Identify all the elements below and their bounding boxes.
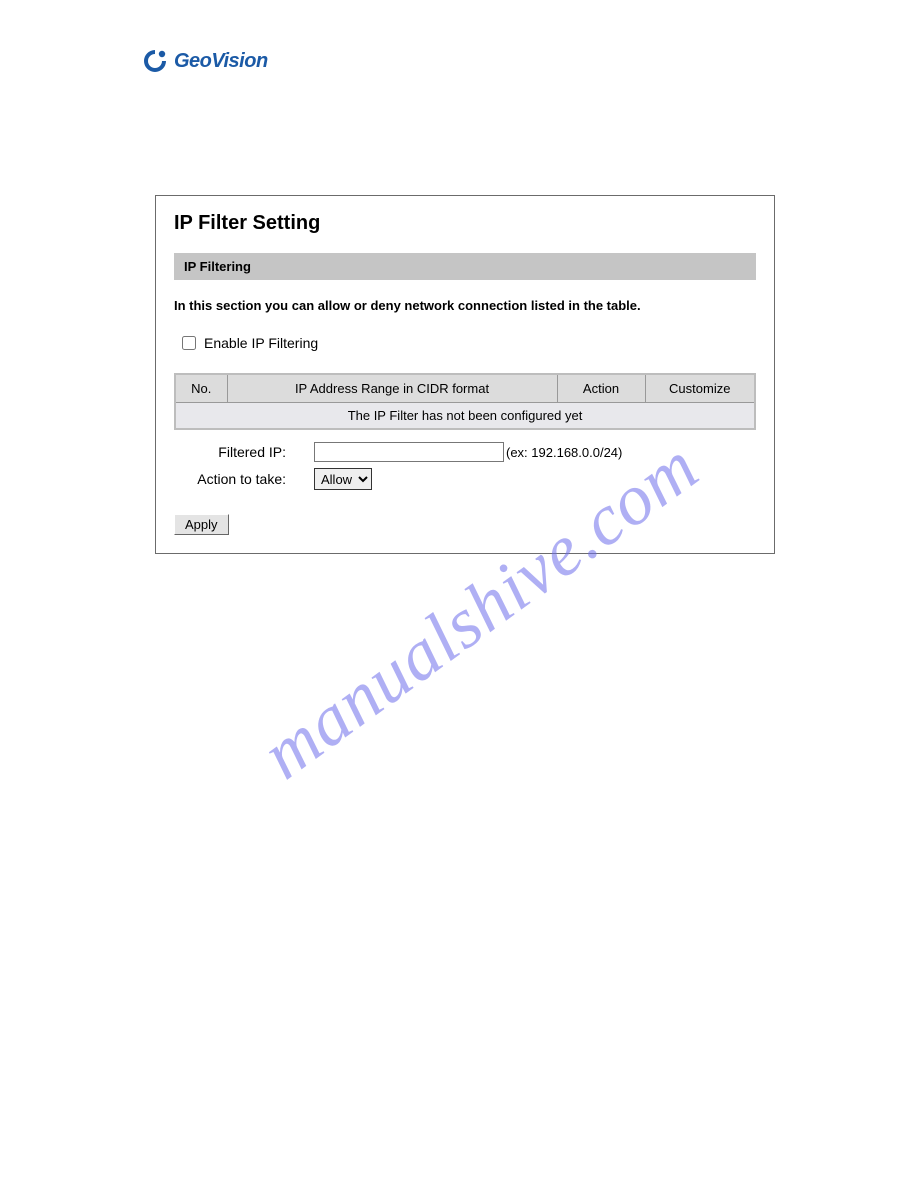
enable-ip-filtering-row[interactable]: Enable IP Filtering: [182, 335, 756, 351]
table-empty-message: The IP Filter has not been configured ye…: [175, 403, 755, 430]
action-select[interactable]: Allow: [314, 468, 372, 490]
filter-form: Filtered IP: (ex: 192.168.0.0/24) Action…: [174, 442, 756, 490]
action-row: Action to take: Allow: [174, 468, 756, 490]
col-header-no: No.: [175, 374, 227, 403]
brand-logo: GeoGeoVisionVision: [142, 48, 268, 74]
enable-ip-filtering-label: Enable IP Filtering: [204, 335, 318, 351]
col-header-action: Action: [557, 374, 645, 403]
enable-ip-filtering-checkbox[interactable]: [182, 336, 196, 350]
page-title: IP Filter Setting: [174, 212, 756, 235]
ip-filter-table: No. IP Address Range in CIDR format Acti…: [174, 373, 756, 430]
ip-filter-panel: IP Filter Setting IP Filtering In this s…: [155, 195, 775, 554]
table-header-row: No. IP Address Range in CIDR format Acti…: [175, 374, 755, 403]
col-header-range: IP Address Range in CIDR format: [227, 374, 557, 403]
section-header: IP Filtering: [174, 253, 756, 280]
table-row: The IP Filter has not been configured ye…: [175, 403, 755, 430]
action-label: Action to take:: [174, 471, 314, 487]
filtered-ip-row: Filtered IP: (ex: 192.168.0.0/24): [174, 442, 756, 462]
section-description: In this section you can allow or deny ne…: [174, 298, 756, 313]
brand-logo-text: GeoGeoVisionVision: [174, 50, 268, 73]
brand-logo-icon: [142, 48, 168, 74]
filtered-ip-input[interactable]: [314, 442, 504, 462]
apply-button[interactable]: Apply: [174, 514, 229, 535]
filtered-ip-hint: (ex: 192.168.0.0/24): [506, 445, 622, 460]
col-header-customize: Customize: [645, 374, 755, 403]
filtered-ip-label: Filtered IP:: [174, 444, 314, 460]
apply-row: Apply: [174, 514, 756, 535]
